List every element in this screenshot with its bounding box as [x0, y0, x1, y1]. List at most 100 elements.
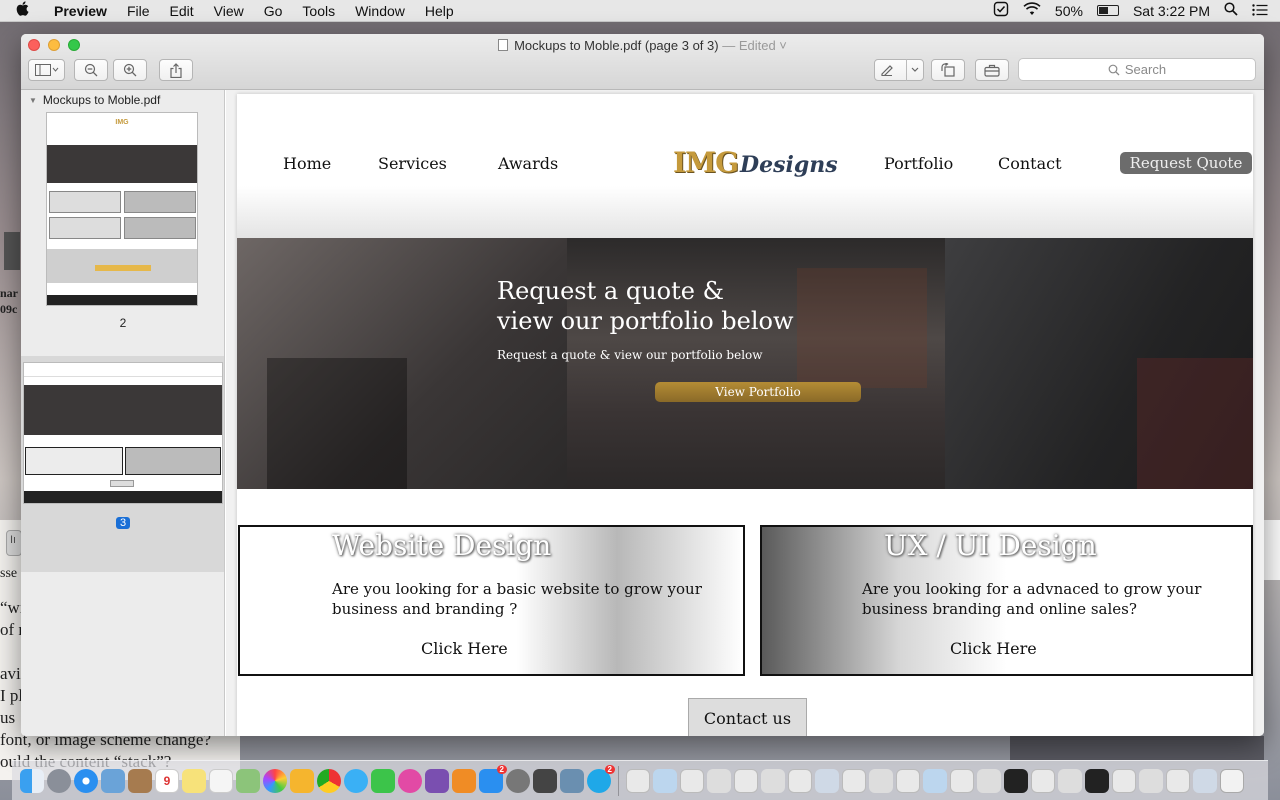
wifi-icon[interactable] [1023, 2, 1041, 19]
minimized-window-icon[interactable] [1031, 768, 1055, 793]
search-input[interactable]: Search [1018, 58, 1256, 81]
finder-icon[interactable] [20, 768, 44, 793]
minimized-window-icon[interactable] [1112, 768, 1136, 793]
thumbnail-card [49, 217, 121, 239]
minimized-window-icon[interactable] [815, 768, 839, 793]
minimized-window-icon[interactable] [842, 768, 866, 793]
ibooks-icon[interactable] [452, 768, 476, 793]
minimized-window-icon[interactable] [950, 768, 974, 793]
pdf-document-icon [498, 39, 509, 51]
minimized-window-icon[interactable] [1085, 768, 1109, 793]
website-design-card: Website Design Are you looking for a bas… [238, 525, 745, 676]
thumbnail-logo: IMG [115, 119, 129, 126]
github-icon[interactable] [425, 768, 449, 793]
trash-icon[interactable] [1220, 768, 1244, 793]
site-navbar: Home Services Awards IMGDesigns Portfoli… [237, 142, 1253, 186]
minimized-window-icon[interactable] [788, 768, 812, 793]
minimized-window-icon[interactable] [977, 768, 1001, 793]
sidebar-file-header[interactable]: ▼ Mockups to Moble.pdf [21, 90, 224, 110]
sketch-icon[interactable] [290, 768, 314, 793]
document-view[interactable]: Home Services Awards IMGDesigns Portfoli… [226, 90, 1264, 736]
minimized-window-icon[interactable] [869, 768, 893, 793]
preview-window: Mockups to Moble.pdf (page 3 of 3) — Edi… [21, 34, 1264, 736]
menu-window[interactable]: Window [345, 3, 415, 19]
appstore-icon[interactable]: 2 [479, 764, 507, 793]
background-window [1264, 520, 1280, 580]
minimized-window-icon[interactable] [1004, 768, 1028, 793]
background-window [4, 232, 20, 270]
minimized-window-icon[interactable] [707, 768, 731, 793]
search-icon [1108, 64, 1120, 75]
minimized-window-icon[interactable] [680, 768, 704, 793]
notification-center-icon[interactable] [1252, 3, 1268, 19]
notes-icon[interactable] [182, 768, 206, 793]
mail-icon[interactable] [101, 768, 125, 793]
reminders-icon[interactable] [209, 768, 233, 793]
spotlight-search-icon[interactable] [1224, 2, 1238, 19]
minimized-window-icon[interactable] [1166, 768, 1190, 793]
menu-view[interactable]: View [204, 3, 254, 19]
background-text: 09c [0, 302, 18, 316]
menu-help[interactable]: Help [415, 3, 464, 19]
nav-contact: Contact [998, 154, 1062, 173]
photos-icon[interactable] [263, 768, 287, 793]
minimized-window-icon[interactable] [923, 768, 947, 793]
nav-home: Home [283, 154, 332, 173]
request-quote-button: Request Quote [1120, 152, 1252, 174]
safari-icon[interactable] [74, 768, 98, 793]
menu-edit[interactable]: Edit [160, 3, 204, 19]
battery-percent: 50% [1054, 2, 1083, 19]
skype-icon[interactable]: 2 [587, 764, 615, 793]
clock[interactable]: Sat 3:22 PM [1133, 3, 1210, 19]
messages-icon[interactable] [344, 768, 368, 793]
zoom-in-button[interactable] [113, 59, 147, 81]
window-title: Mockups to Moble.pdf (page 3 of 3) — Edi… [21, 38, 1264, 53]
thumbnail-nav [24, 363, 222, 377]
facetime-icon[interactable] [371, 768, 395, 793]
thumbnail-card [25, 447, 123, 475]
menu-go[interactable]: Go [254, 3, 293, 19]
chrome-icon[interactable] [317, 768, 341, 793]
pen-icon [880, 65, 893, 76]
edited-indicator[interactable]: — Edited ˅ [722, 38, 787, 53]
zoom-out-button[interactable] [74, 59, 108, 81]
card-click-here: Click Here [950, 639, 1037, 658]
sublime-icon[interactable] [533, 768, 557, 793]
system-prefs-icon[interactable] [506, 768, 530, 793]
battery-icon[interactable] [1096, 5, 1119, 16]
menu-tools[interactable]: Tools [292, 3, 345, 19]
minimized-window-icon[interactable] [626, 768, 650, 793]
thumbnail-footer [47, 295, 197, 305]
launchpad-icon[interactable] [47, 768, 71, 793]
rotate-button[interactable] [931, 59, 965, 81]
chevron-down-icon [911, 67, 918, 72]
minimized-window-icon[interactable] [896, 768, 920, 793]
minimized-window-icon[interactable] [653, 768, 677, 793]
toolbox-button[interactable] [975, 59, 1009, 81]
share-button[interactable] [159, 59, 193, 81]
title-bar: Mockups to Moble.pdf (page 3 of 3) — Edi… [21, 34, 1264, 90]
minimized-window-icon[interactable] [1193, 768, 1217, 793]
toolbox-icon [984, 64, 1000, 77]
itunes-icon[interactable] [398, 768, 422, 793]
checklist-status-icon[interactable] [993, 1, 1009, 20]
minimized-window-icon[interactable] [761, 768, 785, 793]
rotate-icon [941, 63, 955, 77]
calendar-icon[interactable]: 9 [155, 768, 179, 793]
disclosure-triangle-icon[interactable]: ▼ [29, 96, 37, 105]
apple-menu-icon[interactable] [0, 1, 44, 20]
page-thumbnail-2[interactable]: IMG [46, 112, 198, 306]
menu-preview[interactable]: Preview [44, 3, 117, 19]
page-thumbnail-3[interactable] [23, 362, 223, 504]
contacts-icon[interactable] [128, 768, 152, 793]
sidebar-toggle-button[interactable] [28, 59, 65, 81]
menu-file[interactable]: File [117, 3, 160, 19]
preview-icon[interactable] [560, 768, 584, 793]
minimized-window-icon[interactable] [1139, 768, 1163, 793]
minimized-window-icon[interactable] [734, 768, 758, 793]
maps-icon[interactable] [236, 768, 260, 793]
markup-button[interactable] [874, 59, 924, 81]
minimized-window-icon[interactable] [1058, 768, 1082, 793]
search-placeholder: Search [1124, 62, 1167, 77]
background-text: sse [0, 566, 18, 581]
